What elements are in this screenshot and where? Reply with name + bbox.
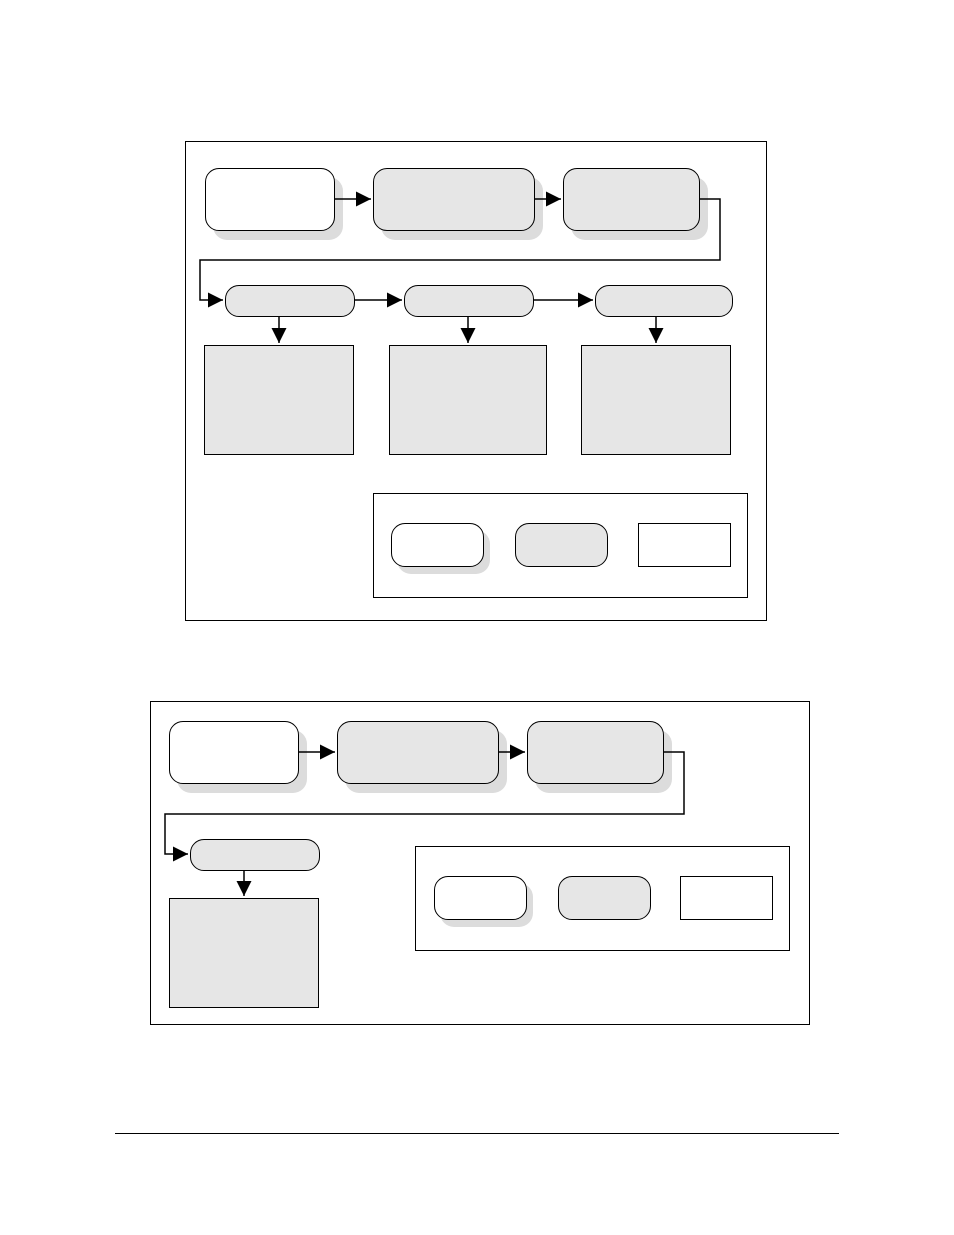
pill-f [595,285,733,317]
legend-node-white-2 [434,876,527,920]
node-b [373,168,535,231]
legend-pill-2 [558,876,651,920]
legend-pill [515,523,608,567]
legend-rect-2 [680,876,773,920]
legend-rect [638,523,731,567]
page [0,0,954,1235]
node-c [563,168,700,231]
node-c2 [527,721,664,784]
node-a2 [169,721,299,784]
rect-g2 [169,898,319,1008]
node-a [205,168,335,231]
footer-rule [115,1133,839,1134]
rect-i [581,345,731,455]
rect-g [204,345,354,455]
rect-h [389,345,547,455]
pill-d [225,285,355,317]
pill-d2 [190,839,320,871]
legend-node-white [391,523,484,567]
node-b2 [337,721,499,784]
pill-e [404,285,534,317]
